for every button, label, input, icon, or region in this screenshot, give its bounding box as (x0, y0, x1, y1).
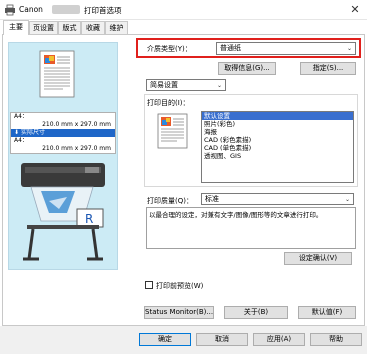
list-item[interactable]: CAD (彩色素描) (202, 136, 353, 144)
list-item[interactable]: 透视图、GIS (202, 152, 353, 160)
get-info-button[interactable]: 取得信息(G)... (218, 62, 276, 75)
page-preview-icon (39, 50, 75, 98)
media-type-label: 介质类型(Y)： (147, 45, 192, 53)
preview-checkbox-label: 打印前预览(W) (156, 282, 204, 290)
arrow-down-icon: ⬇ (14, 129, 20, 136)
tab-maintenance[interactable]: 维护 (105, 21, 128, 34)
media-type-select[interactable]: 普通纸 ⌄ (216, 42, 356, 55)
output-size-label: A4： (14, 137, 28, 144)
printer-model-name (52, 5, 80, 14)
defaults-button[interactable]: 默认值(F) (298, 306, 356, 319)
list-item[interactable]: 照片(彩色) (202, 120, 353, 128)
svg-text:R: R (85, 212, 93, 226)
window-title-prefix: Canon (19, 5, 43, 14)
chevron-down-icon: ⌄ (346, 45, 352, 52)
cancel-button[interactable]: 取消 (196, 333, 248, 346)
original-size-label: A4： (14, 113, 28, 120)
print-quality-label: 打印质量(Q)： (147, 197, 193, 205)
apply-button[interactable]: 应用(A) (253, 333, 305, 346)
setting-mode-select[interactable]: 简易设置 ⌄ (146, 79, 226, 91)
description-text: 以最合理的设定，对兼有文字/图像/图形等的文章进行打印。 (146, 207, 356, 249)
media-type-value: 普通纸 (220, 44, 241, 52)
tab-main[interactable]: 主要 (3, 20, 29, 35)
tab-layout[interactable]: 版式 (58, 21, 81, 34)
about-button[interactable]: 关于(B) (224, 306, 288, 319)
original-size-value: 210.0 mm x 297.0 mm (42, 121, 111, 128)
print-quality-select[interactable]: 标准 ⌄ (201, 193, 354, 205)
preview-panel: A4： 210.0 mm x 297.0 mm ⬇ 实际尺寸 A4： 210.0… (8, 42, 118, 270)
chevron-down-icon: ⌄ (216, 82, 222, 89)
print-target-list[interactable]: 默认设置 照片(彩色) 海报 CAD (彩色素描) CAD (单色素描) 透视图… (201, 111, 354, 183)
printer-app-icon (5, 4, 15, 16)
list-item[interactable]: 默认设置 (202, 112, 353, 120)
output-size-value: 210.0 mm x 297.0 mm (42, 145, 111, 152)
tab-page-setup[interactable]: 页设置 (29, 21, 58, 34)
window-title: 打印首选项 (84, 6, 122, 15)
actual-size-row: ⬇ 实际尺寸 (11, 129, 115, 137)
ok-button[interactable]: 确定 (139, 333, 191, 346)
status-monitor-button[interactable]: Status Monitor(B)... (144, 306, 214, 319)
list-item[interactable]: 海报 (202, 128, 353, 136)
actual-size-label: 实际尺寸 (20, 129, 45, 136)
tab-favorites[interactable]: 收藏 (81, 21, 105, 34)
title-bar: Canon 打印首选项 ✕ (0, 0, 367, 20)
help-button[interactable]: 帮助 (310, 333, 362, 346)
preview-checkbox[interactable] (145, 281, 153, 289)
list-item[interactable]: CAD (单色素描) (202, 144, 353, 152)
printer-illustration: R (21, 163, 105, 261)
close-icon[interactable]: ✕ (348, 3, 362, 17)
paper-size-info: A4： 210.0 mm x 297.0 mm ⬇ 实际尺寸 A4： 210.0… (10, 112, 116, 154)
chevron-down-icon: ⌄ (344, 196, 350, 203)
document-preview-icon (157, 113, 188, 149)
print-target-label: 打印目的(I)： (147, 99, 190, 107)
print-quality-value: 标准 (205, 195, 219, 203)
setting-mode-value: 简易设置 (150, 81, 178, 89)
specify-button[interactable]: 指定(S)... (300, 62, 356, 75)
confirm-settings-button[interactable]: 设定确认(V) (284, 252, 352, 265)
